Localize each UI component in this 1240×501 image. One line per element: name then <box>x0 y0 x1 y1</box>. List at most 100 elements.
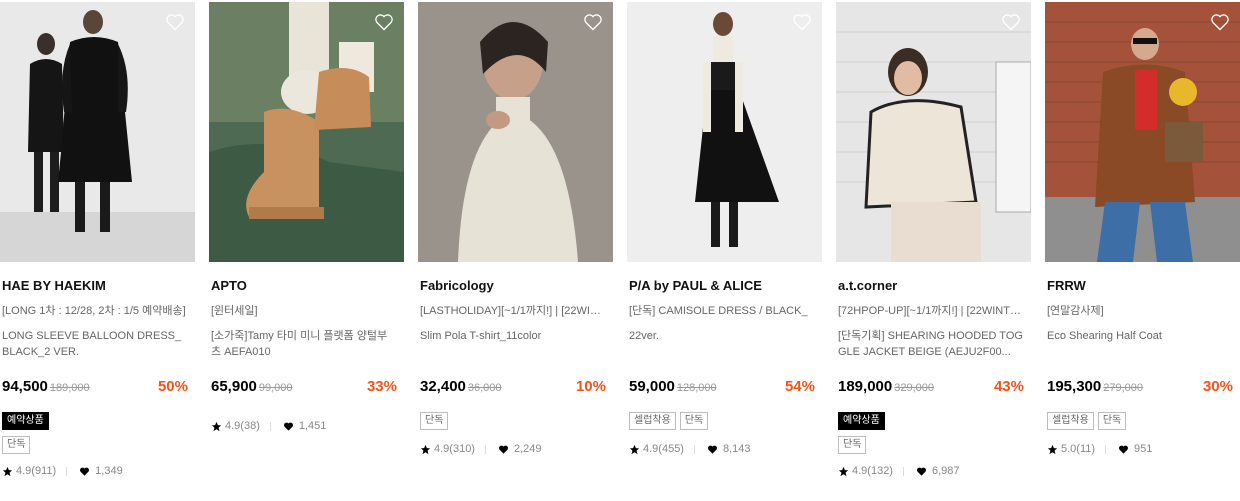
badge-exclusive: 단독 <box>838 436 867 454</box>
original-price: 128,000 <box>676 382 717 394</box>
badge-preorder: 예약상품 <box>838 412 885 430</box>
rating-value: 4.9(455) <box>643 443 684 455</box>
heart-outline-icon[interactable] <box>374 12 394 32</box>
badge-exclusive: 단독 <box>2 436 31 454</box>
like-count: 1,349 <box>95 465 123 477</box>
heart-outline-icon[interactable] <box>1001 12 1021 32</box>
brand-name[interactable]: P/A by PAUL & ALICE <box>629 278 762 293</box>
badge-list: 셀럽착용 단독 <box>1047 412 1237 436</box>
product-card[interactable]: Fabricology [LASTHOLIDAY][~1/1까지!] | [22… <box>418 0 613 501</box>
rating-value: 4.9(911) <box>16 465 57 477</box>
brand-name[interactable]: HAE BY HAEKIM <box>2 278 106 293</box>
heart-filled-icon <box>499 445 508 454</box>
product-name[interactable]: Eco Shearing Half Coat <box>1047 328 1233 344</box>
star-icon <box>420 444 431 454</box>
product-name[interactable]: [단독기획] SHEARING HOODED TOGGLE JACKET BEI… <box>838 328 1024 360</box>
heart-outline-icon[interactable] <box>1210 12 1230 32</box>
badge-list: 예약상품 단독 <box>838 412 1028 460</box>
rating-value: 4.9(38) <box>225 420 260 432</box>
product-promo[interactable]: [단독] CAMISOLE DRESS / BLACK_ <box>629 304 817 318</box>
like-count: 2,249 <box>513 443 542 455</box>
badge-exclusive: 단독 <box>679 412 709 430</box>
divider <box>66 466 68 476</box>
product-card[interactable]: FRRW [연말감사제] Eco Shearing Half Coat 195,… <box>1045 0 1240 501</box>
discount-rate: 33% <box>366 378 397 395</box>
heart-outline-icon[interactable] <box>583 12 603 32</box>
price-row: 32,400 36,000 10% <box>420 378 606 398</box>
rating-value: 4.9(310) <box>434 443 475 455</box>
product-image[interactable] <box>0 2 195 262</box>
product-promo[interactable]: [연말감사제] <box>1047 304 1235 318</box>
sale-price: 195,300 <box>1047 378 1102 395</box>
heart-filled-icon <box>917 467 926 476</box>
original-price: 36,000 <box>467 382 502 394</box>
divider <box>1105 444 1107 454</box>
product-image[interactable] <box>209 2 404 262</box>
star-icon <box>211 421 222 431</box>
badge-preorder: 예약상품 <box>2 412 49 430</box>
brand-name[interactable]: APTO <box>211 278 247 293</box>
brand-name[interactable]: Fabricology <box>420 278 494 293</box>
product-meta: 4.9(132) 6,987 <box>838 465 960 477</box>
product-card[interactable]: P/A by PAUL & ALICE [단독] CAMISOLE DRESS … <box>627 0 822 501</box>
sale-price: 189,000 <box>838 378 893 395</box>
heart-filled-icon <box>1119 445 1129 454</box>
original-price: 189,000 <box>49 382 90 394</box>
product-grid: HAE BY HAEKIM [LONG 1차 : 12/28, 2차 : 1/5… <box>0 0 1240 501</box>
like-count: 951 <box>1134 443 1153 455</box>
product-meta: 4.9(455) 8,143 <box>629 443 751 455</box>
product-image[interactable] <box>627 2 822 262</box>
heart-filled-icon <box>708 445 717 454</box>
heart-filled-icon <box>283 422 293 431</box>
star-icon <box>1047 444 1058 454</box>
product-promo[interactable]: [LASTHOLIDAY][~1/1까지!] | [22WINTER] <box>420 304 608 318</box>
rating-value: 4.9(132) <box>852 465 893 477</box>
price-row: 195,300 279,000 30% <box>1047 378 1233 398</box>
like-count: 1,451 <box>298 420 327 432</box>
badge-list: 셀럽착용 단독 <box>629 412 819 436</box>
star-icon <box>838 466 849 476</box>
heart-outline-icon[interactable] <box>165 12 185 32</box>
product-image[interactable] <box>1045 2 1240 262</box>
brand-name[interactable]: FRRW <box>1047 278 1086 293</box>
discount-rate: 10% <box>575 378 606 395</box>
discount-rate: 30% <box>1202 378 1233 395</box>
sale-price: 65,900 <box>211 378 257 395</box>
product-name[interactable]: LONG SLEEVE BALLOON DRESS_BLACK_2 VER. <box>2 328 188 360</box>
product-meta: 4.9(38) 1,451 <box>211 420 326 432</box>
heart-outline-icon[interactable] <box>792 12 812 32</box>
divider <box>693 444 695 454</box>
discount-rate: 43% <box>993 378 1024 395</box>
badge-list: 단독 <box>420 412 610 436</box>
product-image[interactable] <box>418 2 613 262</box>
badge-exclusive: 단독 <box>420 412 449 430</box>
like-count: 8,143 <box>722 443 751 455</box>
star-icon <box>629 444 640 454</box>
price-row: 189,000 329,000 43% <box>838 378 1024 398</box>
product-card[interactable]: a.t.corner [72HPOP-UP][~1/1까지!] | [22WIN… <box>836 0 1031 501</box>
sale-price: 59,000 <box>629 378 675 395</box>
brand-name[interactable]: a.t.corner <box>838 278 897 293</box>
product-promo[interactable]: [윈터세일] <box>211 304 399 318</box>
product-name[interactable]: 22ver. <box>629 328 815 344</box>
product-image[interactable] <box>836 2 1031 262</box>
product-name[interactable]: Slim Pola T-shirt_11color <box>420 328 606 344</box>
divider <box>269 421 271 431</box>
product-card[interactable]: HAE BY HAEKIM [LONG 1차 : 12/28, 2차 : 1/5… <box>0 0 195 501</box>
product-promo[interactable]: [72HPOP-UP][~1/1까지!] | [22WINTER] <box>838 304 1026 318</box>
product-name[interactable]: [소가죽]Tamy 타미 미니 플랫폼 양털부츠 AEFA010 <box>211 328 397 360</box>
star-icon <box>2 466 13 476</box>
product-card[interactable]: APTO [윈터세일] [소가죽]Tamy 타미 미니 플랫폼 양털부츠 AEF… <box>209 0 404 501</box>
original-price: 279,000 <box>1103 382 1143 394</box>
discount-rate: 54% <box>784 378 815 395</box>
product-meta: 4.9(310) 2,249 <box>420 443 542 455</box>
rating-value: 5.0(11) <box>1061 443 1096 455</box>
badge-exclusive: 단독 <box>1097 412 1127 430</box>
heart-filled-icon <box>80 467 90 476</box>
divider <box>484 444 486 454</box>
badge-list: 예약상품 단독 <box>2 412 192 460</box>
product-promo[interactable]: [LONG 1차 : 12/28, 2차 : 1/5 예약배송] <box>2 304 190 318</box>
price-row: 94,500 189,000 50% <box>2 378 188 398</box>
discount-rate: 50% <box>157 378 188 395</box>
divider <box>902 466 904 476</box>
